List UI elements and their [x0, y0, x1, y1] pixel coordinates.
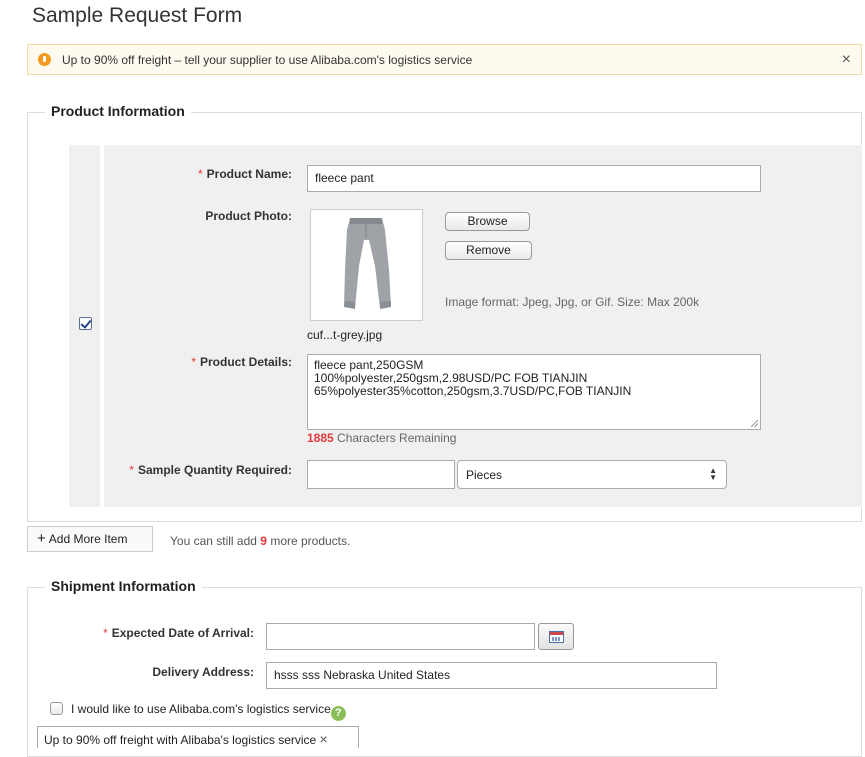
add-more-hint: You can still add 9 more products.	[170, 534, 350, 548]
characters-remaining: 1885 Characters Remaining	[307, 431, 456, 445]
logistics-tooltip-text: Up to 90% off freight with Alibaba's log…	[44, 733, 317, 747]
calendar-button[interactable]	[538, 623, 574, 650]
product-item-checkbox[interactable]	[79, 317, 92, 330]
page-title: Sample Request Form	[32, 4, 243, 27]
add-more-item-button[interactable]: + Add More Item	[27, 526, 153, 552]
lightbulb-icon	[38, 53, 51, 66]
sample-quantity-label: * Sample Quantity Required:	[110, 463, 292, 477]
product-details-label-text: Product Details:	[199, 355, 292, 369]
product-name-input[interactable]: fleece pant	[307, 165, 761, 192]
expected-arrival-input[interactable]	[266, 623, 535, 650]
characters-remaining-text: Characters Remaining	[333, 431, 457, 445]
delivery-address-input[interactable]: hsss sss Nebraska United States	[266, 662, 717, 689]
required-mark: *	[191, 355, 196, 369]
product-information-legend: Product Information	[45, 103, 191, 119]
remaining-products-count: 9	[260, 534, 267, 548]
notice-text: Up to 90% off freight – tell your suppli…	[62, 53, 473, 67]
logistics-service-option: I would like to use Alibaba.com's logist…	[71, 702, 346, 721]
product-details-textarea[interactable]: fleece pant,250GSM 100%polyester,250gsm,…	[307, 354, 761, 430]
logistics-tooltip: Up to 90% off freight with Alibaba's log…	[37, 726, 359, 748]
required-mark: *	[197, 167, 203, 181]
photo-filename: cuf...t-grey.jpg	[307, 328, 383, 342]
photo-format-hint: Image format: Jpeg, Jpg, or Gif. Size: M…	[445, 295, 700, 309]
quantity-unit-value: Pieces	[466, 468, 503, 482]
browse-button[interactable]: Browse	[445, 212, 530, 231]
help-icon[interactable]: ?	[330, 706, 346, 721]
logistics-service-label[interactable]: I would like to use Alibaba.com's logist…	[71, 702, 331, 716]
product-photo-label: Product Photo:	[205, 209, 292, 223]
notice-close-icon[interactable]: ×	[842, 51, 851, 69]
product-details-label: * Product Details:	[150, 355, 292, 369]
add-more-hint-suffix: more products.	[266, 534, 351, 548]
product-item-divider	[100, 145, 104, 507]
required-mark: *	[103, 626, 108, 640]
add-more-hint-prefix: You can still add	[170, 534, 261, 548]
sweatpants-image	[344, 218, 391, 309]
resize-grip-icon[interactable]	[751, 420, 758, 427]
freight-notice-banner: Up to 90% off freight – tell your suppli…	[27, 44, 862, 75]
characters-remaining-count: 1885	[307, 431, 334, 445]
delivery-address-label: Delivery Address:	[152, 665, 254, 679]
product-photo-thumbnail	[310, 209, 423, 321]
remove-button[interactable]: Remove	[445, 241, 532, 260]
sample-quantity-label-text: Sample Quantity Required:	[137, 463, 292, 477]
product-details-text: fleece pant,250GSM 100%polyester,250gsm,…	[314, 358, 632, 398]
sample-quantity-input[interactable]	[307, 460, 455, 489]
tooltip-close-icon[interactable]: ×	[320, 731, 328, 747]
calendar-icon	[549, 631, 564, 643]
product-name-label-text: Product Name:	[206, 167, 292, 181]
product-item-panel	[69, 145, 862, 507]
plus-icon: +	[37, 530, 46, 547]
product-name-label: * Product Name:	[150, 167, 292, 181]
required-mark: *	[129, 463, 134, 477]
add-more-item-label: Add More Item	[48, 532, 128, 546]
quantity-unit-select[interactable]: Pieces ▲ ▼	[457, 460, 727, 489]
shipment-information-legend: Shipment Information	[45, 578, 202, 594]
expected-arrival-label: * Expected Date of Arrival:	[60, 626, 254, 640]
select-arrows-icon: ▲ ▼	[709, 466, 717, 482]
logistics-service-checkbox[interactable]	[50, 702, 63, 715]
expected-arrival-label-text: Expected Date of Arrival:	[111, 626, 254, 640]
